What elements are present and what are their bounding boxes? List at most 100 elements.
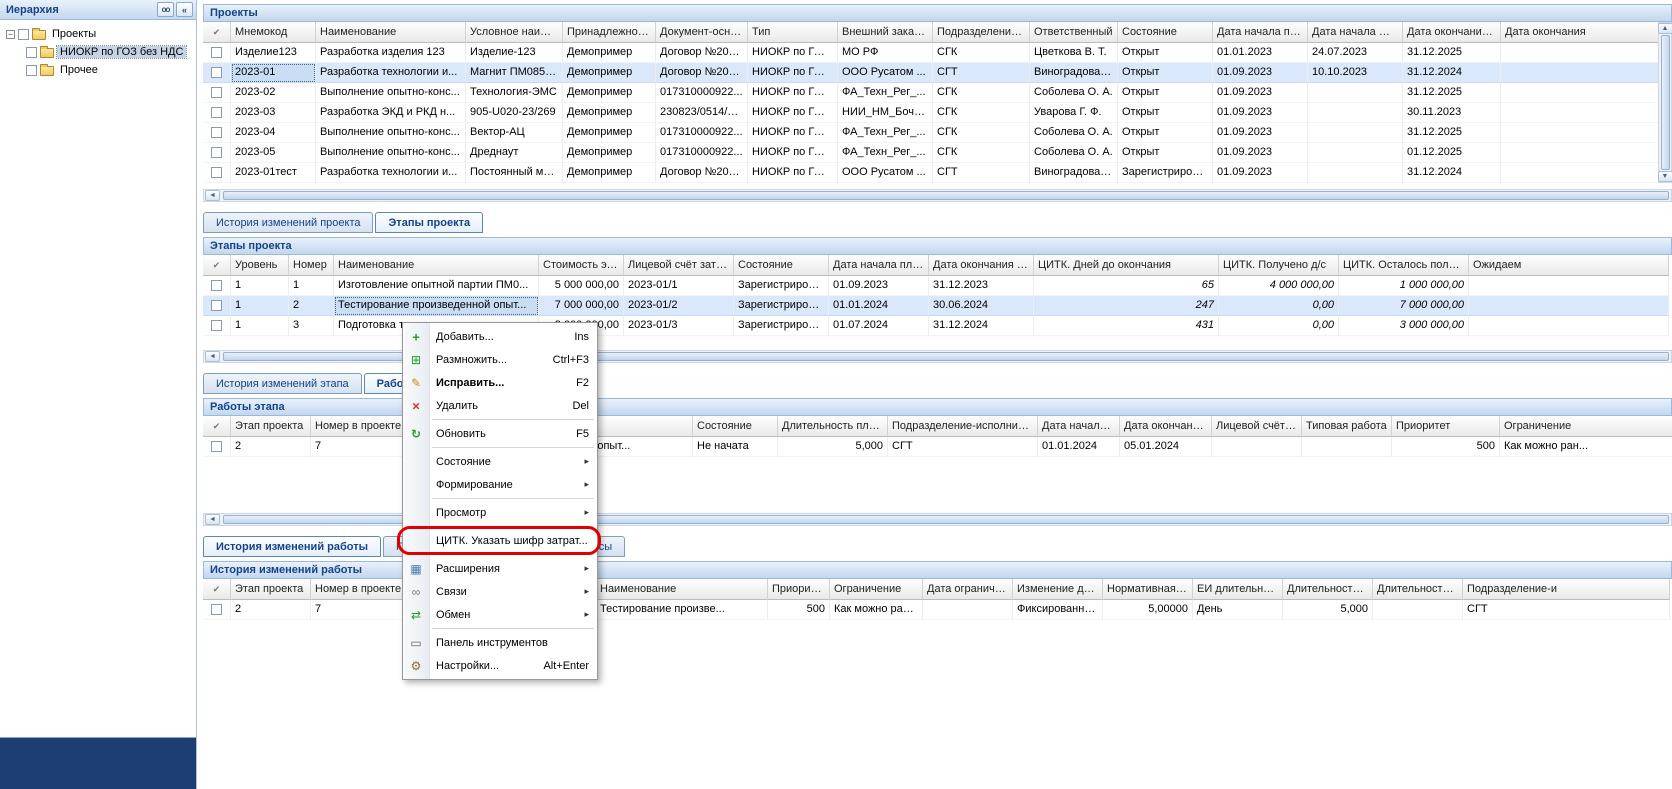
scroll-up-icon[interactable]: ▲ xyxy=(1658,23,1672,34)
scroll-left-icon[interactable]: ◄ xyxy=(205,351,220,362)
column-header[interactable]: Состояние xyxy=(734,255,829,276)
column-header[interactable]: Лицевой счёт затрат xyxy=(624,255,734,276)
menu-item[interactable]: ×УдалитьDel xyxy=(403,394,597,417)
menu-item[interactable]: Состояние▸ xyxy=(403,450,597,473)
column-header[interactable]: Дата окончания пл xyxy=(1403,22,1501,43)
column-header[interactable]: Тип xyxy=(748,22,838,43)
column-header[interactable]: Типовая работа xyxy=(1302,416,1392,437)
row-checkbox[interactable] xyxy=(211,300,222,311)
select-all-checkbox[interactable]: ✔ xyxy=(203,255,231,276)
column-header[interactable]: Мнемокод xyxy=(231,22,316,43)
menu-item[interactable]: ↻ОбновитьF5 xyxy=(403,422,597,445)
menu-item[interactable]: ⊞Размножить...Ctrl+F3 xyxy=(403,348,597,371)
column-header[interactable]: Состояние xyxy=(1118,22,1213,43)
column-header[interactable]: Дата начала план. xyxy=(1038,416,1120,437)
row-checkbox[interactable] xyxy=(211,280,222,291)
column-header[interactable]: Ожидаем xyxy=(1469,255,1669,276)
menu-item[interactable]: ∞Связи▸ xyxy=(403,580,597,603)
menu-item-citk-shifr-zatrat[interactable]: ЦИТК. Указать шифр затрат... xyxy=(403,529,597,552)
column-header[interactable]: Ограничение xyxy=(830,579,923,600)
row-checkbox[interactable] xyxy=(211,67,222,78)
tree-checkbox[interactable] xyxy=(18,29,29,40)
scroll-left-icon[interactable]: ◄ xyxy=(205,190,220,201)
row-checkbox[interactable] xyxy=(211,604,222,615)
row-checkbox[interactable] xyxy=(211,107,222,118)
column-header[interactable]: Наименование xyxy=(334,255,539,276)
menu-item[interactable]: ⚙Настройки...Alt+Enter xyxy=(403,654,597,677)
tree-item[interactable]: Прочее xyxy=(2,61,194,79)
row-checkbox[interactable] xyxy=(211,47,222,58)
tab[interactable]: История изменений проекта xyxy=(203,212,373,233)
column-header[interactable]: ЕИ длительности xyxy=(1193,579,1283,600)
column-header[interactable]: Дата окончания xyxy=(1501,22,1672,43)
projects-hscrollbar[interactable]: ◄ xyxy=(203,189,1672,202)
column-header[interactable]: Внешний заказчик xyxy=(838,22,933,43)
column-header[interactable]: Дата окончания план xyxy=(929,255,1034,276)
column-header[interactable]: Лицевой счёт затр xyxy=(1212,416,1302,437)
projects-hscroll-thumb[interactable] xyxy=(223,191,1669,200)
menu-item[interactable]: ⇄Обмен▸ xyxy=(403,603,597,626)
column-header[interactable]: Ответственный xyxy=(1030,22,1118,43)
row-checkbox[interactable] xyxy=(211,87,222,98)
column-header[interactable]: Длительность пла xyxy=(1283,579,1373,600)
column-header[interactable]: Длительность фак xyxy=(1373,579,1463,600)
menu-item[interactable]: Формирование▸ xyxy=(403,473,597,496)
find-button[interactable]: oo xyxy=(157,2,174,17)
projects-vscroll-thumb[interactable] xyxy=(1661,35,1670,170)
tree-checkbox[interactable] xyxy=(26,65,37,76)
table-row[interactable]: 2023-03Разработка ЭКД и РКД н...905-U020… xyxy=(203,103,1672,123)
tree-item[interactable]: −Проекты xyxy=(2,25,194,43)
column-header[interactable]: Условное наименова xyxy=(466,22,563,43)
column-header[interactable]: Подразделение-исполнитель. xyxy=(888,416,1038,437)
select-all-checkbox[interactable]: ✔ xyxy=(203,416,231,437)
expander-icon[interactable]: − xyxy=(6,30,15,39)
column-header[interactable]: ЦИТК. Дней до окончания xyxy=(1034,255,1219,276)
tab[interactable]: Этапы проекта xyxy=(375,212,483,233)
table-row[interactable]: 2023-05Выполнение опытно-конс...Дреднаут… xyxy=(203,143,1672,163)
menu-item[interactable]: Просмотр▸ xyxy=(403,501,597,524)
menu-item[interactable]: ✎Исправить...F2 xyxy=(403,371,597,394)
column-header[interactable]: Подразделение-и xyxy=(1463,579,1670,600)
column-header[interactable]: Дата ограничения xyxy=(923,579,1013,600)
row-checkbox[interactable] xyxy=(211,167,222,178)
table-row[interactable]: 2023-01Разработка технологии и...Магнит … xyxy=(203,63,1672,83)
column-header[interactable]: Подразделение-от xyxy=(933,22,1030,43)
column-header[interactable]: Дата начала факт xyxy=(1308,22,1403,43)
column-header[interactable]: Этап проекта xyxy=(231,416,311,437)
column-header[interactable]: Уровень xyxy=(231,255,289,276)
column-header[interactable]: ЦИТК. Получено д/с xyxy=(1219,255,1339,276)
table-row[interactable]: 12Тестирование произведенной опыт...7 00… xyxy=(203,296,1669,316)
row-checkbox[interactable] xyxy=(211,441,222,452)
column-header[interactable]: Приоритет xyxy=(1392,416,1500,437)
column-header[interactable]: Документ-основан xyxy=(656,22,748,43)
column-header[interactable]: Изменение длител xyxy=(1013,579,1103,600)
column-header[interactable]: ЦИТК. Осталось получить д/с xyxy=(1339,255,1469,276)
column-header[interactable]: Номер xyxy=(289,255,334,276)
tab[interactable]: История изменений этапа xyxy=(203,373,362,394)
collapse-panel-button[interactable]: « xyxy=(176,2,193,17)
column-header[interactable]: Нормативная длит xyxy=(1103,579,1193,600)
tree-checkbox[interactable] xyxy=(26,47,37,58)
table-row[interactable]: 2023-04Выполнение опытно-конс...Вектор-А… xyxy=(203,123,1672,143)
tree-item[interactable]: НИОКР по ГОЗ без НДС xyxy=(2,43,194,61)
column-header[interactable]: Дата начала план. xyxy=(1213,22,1308,43)
table-row[interactable]: 11Изготовление опытной партии ПМ0...5 00… xyxy=(203,276,1669,296)
select-all-checkbox[interactable]: ✔ xyxy=(203,22,231,43)
row-checkbox[interactable] xyxy=(211,320,222,331)
projects-vscrollbar[interactable]: ▲ ▼ xyxy=(1658,22,1672,183)
column-header[interactable]: Длительность план▾ xyxy=(778,416,888,437)
scroll-down-icon[interactable]: ▼ xyxy=(1658,171,1672,182)
column-header[interactable]: Дата окончания план xyxy=(1120,416,1212,437)
column-header[interactable]: Этап проекта xyxy=(231,579,311,600)
menu-item[interactable]: +Добавить...Ins xyxy=(403,325,597,348)
scroll-left-icon[interactable]: ◄ xyxy=(205,514,220,525)
column-header[interactable]: Стоимость этапа xyxy=(539,255,624,276)
column-header[interactable]: Наименование xyxy=(316,22,466,43)
select-all-checkbox[interactable]: ✔ xyxy=(203,579,231,600)
column-header[interactable]: Принадлежность xyxy=(563,22,656,43)
table-row[interactable]: 2023-01тестРазработка технологии и...Пос… xyxy=(203,163,1672,183)
column-header[interactable]: Ограничение xyxy=(1500,416,1672,437)
column-header[interactable]: Дата начала план xyxy=(829,255,929,276)
column-header[interactable]: Приоритет xyxy=(768,579,830,600)
table-row[interactable]: 2023-02Выполнение опытно-конс...Технолог… xyxy=(203,83,1672,103)
